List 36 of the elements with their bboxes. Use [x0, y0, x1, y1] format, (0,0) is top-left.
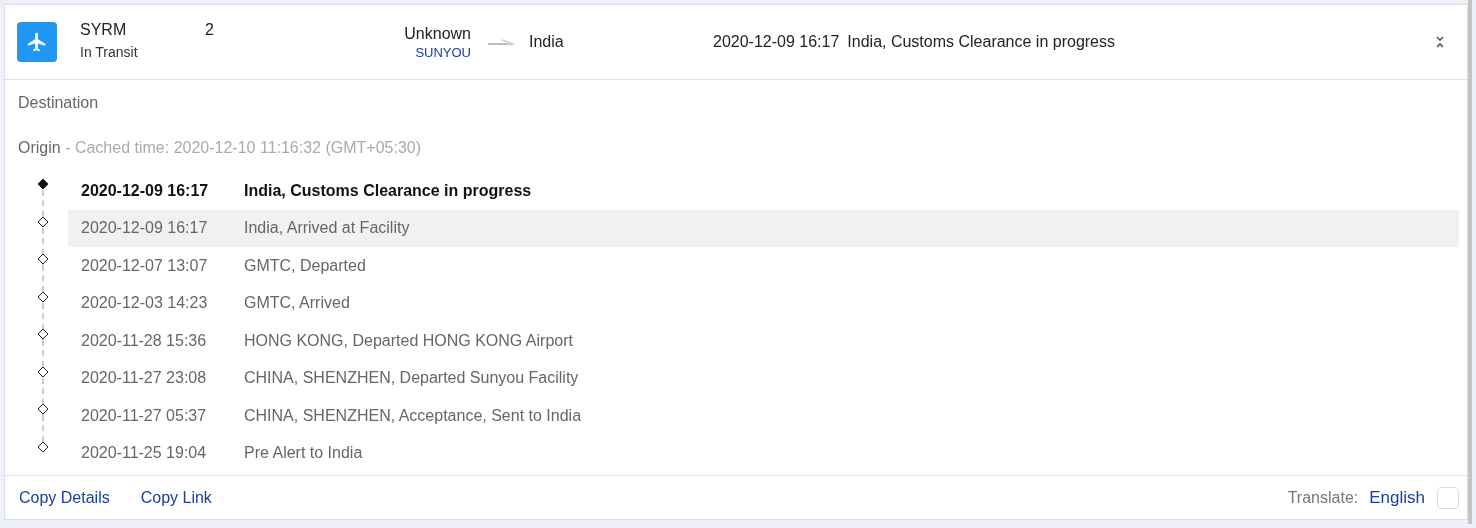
destination-country: India: [529, 33, 565, 51]
latest-event-time: 2020-12-09 16:17: [713, 33, 840, 51]
event-description: Pre Alert to India: [244, 444, 363, 463]
event-time: 2020-12-09 16:17: [81, 219, 209, 238]
event-description: India, Arrived at Facility: [244, 219, 410, 238]
event-time: 2020-11-27 05:37: [81, 406, 208, 425]
carrier-link[interactable]: SUNYOU: [415, 44, 471, 60]
event-description: CHINA, SHENZHEN, Acceptance, Sent to India: [244, 406, 582, 425]
latest-event-text: India, Customs Clearance in progress: [847, 33, 1116, 51]
copy-link[interactable]: Copy Link: [140, 488, 212, 507]
selected-row[interactable]: 2020-12-09 16:17 India, Arrived at Facility: [68, 209, 1459, 247]
cached-time: - Cached time: 2020-12-10 11:16:32 (GMT+05:30): [65, 139, 422, 156]
event-description: CHINA, SHENZHEN, Departed Sunyou Facility: [244, 369, 579, 388]
event-time: 2020-11-25 19:04: [81, 444, 208, 463]
airplane-icon: [17, 22, 57, 62]
event-time: 2020-12-03 14:23: [81, 294, 209, 313]
destination-heading: Destination: [18, 94, 100, 112]
event-time: 2020-11-27 23:08: [81, 369, 208, 388]
status-label: In Transit: [80, 44, 139, 60]
scrollbar[interactable]: [1468, 0, 1472, 524]
language-link[interactable]: English: [1369, 487, 1425, 508]
event-description: GMTC, Departed: [244, 256, 366, 275]
origin-country: Unknown: [404, 24, 471, 43]
event-time: 2020-12-09 16:17: [81, 181, 210, 200]
event-description: HONG KONG, Departed HONG KONG Airport: [244, 331, 573, 350]
event-description: India, Customs Clearance in progress: [244, 181, 532, 200]
tracking-code: SYRM: [80, 21, 128, 39]
event-description: GMTC, Arrived: [244, 294, 350, 313]
event-time: 2020-11-28 15:36: [81, 331, 208, 350]
event-time: 2020-12-07 13:07: [81, 256, 209, 275]
copy-link[interactable]: Copy Details: [19, 488, 110, 507]
translate-checkbox[interactable]: [1437, 486, 1459, 509]
translate-label: Translate:: [1287, 488, 1359, 507]
package-count: 2: [205, 21, 215, 39]
collapse-icon[interactable]: [1435, 35, 1445, 49]
origin-heading: Origin: [18, 139, 61, 156]
